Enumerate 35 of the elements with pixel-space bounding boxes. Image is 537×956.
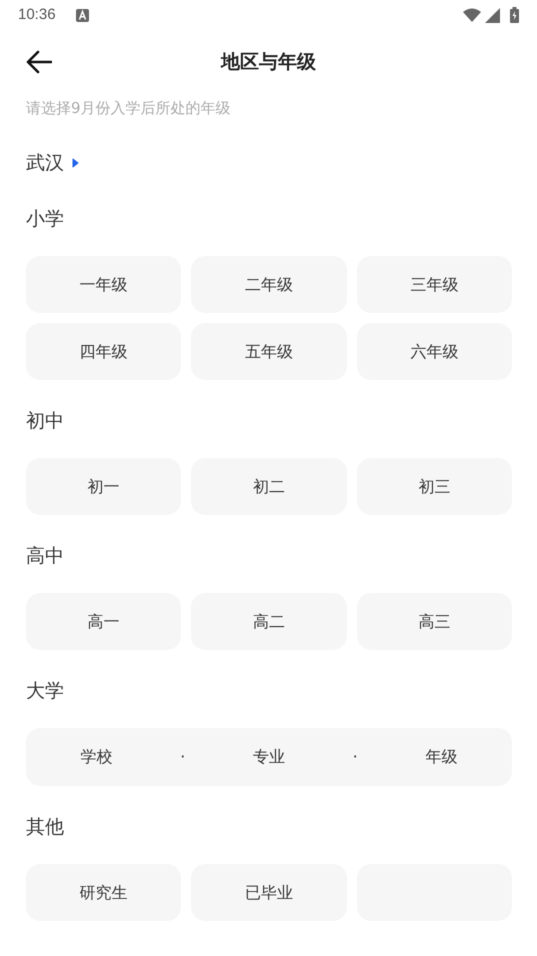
grade-option[interactable]: 初三 xyxy=(356,458,512,515)
picker-field[interactable]: 专业 xyxy=(208,745,329,769)
grade-option[interactable]: 二年级 xyxy=(191,256,347,313)
grade-option[interactable]: 初一 xyxy=(26,458,182,515)
battery-icon xyxy=(510,7,519,23)
grade-option[interactable]: 一年级 xyxy=(26,256,182,313)
picker-field[interactable]: 学校 xyxy=(36,745,157,769)
wifi-icon xyxy=(463,8,481,22)
separator-dot: · xyxy=(352,746,359,768)
grade-option[interactable]: 三年级 xyxy=(356,256,512,313)
notification-icon xyxy=(76,8,89,22)
section-heading: 初中 xyxy=(26,409,65,434)
signal-icon xyxy=(485,8,500,22)
university-picker[interactable]: 学校 · 专业 · 年级 xyxy=(26,728,512,786)
grade-option[interactable]: 六年级 xyxy=(356,323,512,380)
grade-option[interactable]: 高二 xyxy=(191,593,347,650)
grade-option[interactable]: 已毕业 xyxy=(191,864,347,921)
grade-option[interactable]: 初二 xyxy=(191,458,347,515)
caret-icon xyxy=(72,158,79,168)
section-heading: 小学 xyxy=(26,207,65,232)
region-selector[interactable]: 武汉 xyxy=(26,148,79,178)
hint-text: 请选择9月份入学后所处的年级 xyxy=(26,98,232,119)
grade-option[interactable]: 五年级 xyxy=(191,323,347,380)
picker-field[interactable]: 年级 xyxy=(381,745,502,769)
status-time: 10:36 xyxy=(18,4,56,25)
page-title: 地区与年级 xyxy=(221,50,316,75)
section-heading: 其他 xyxy=(26,815,65,840)
grade-option[interactable]: 高一 xyxy=(26,593,182,650)
grade-option[interactable]: 高三 xyxy=(356,593,512,650)
back-arrow-icon[interactable] xyxy=(26,50,52,74)
section-heading: 大学 xyxy=(26,679,65,704)
section-heading: 高中 xyxy=(26,544,65,569)
grade-option[interactable]: 研究生 xyxy=(26,864,182,921)
grade-option[interactable]: 四年级 xyxy=(26,323,182,380)
separator-dot: · xyxy=(179,746,186,768)
